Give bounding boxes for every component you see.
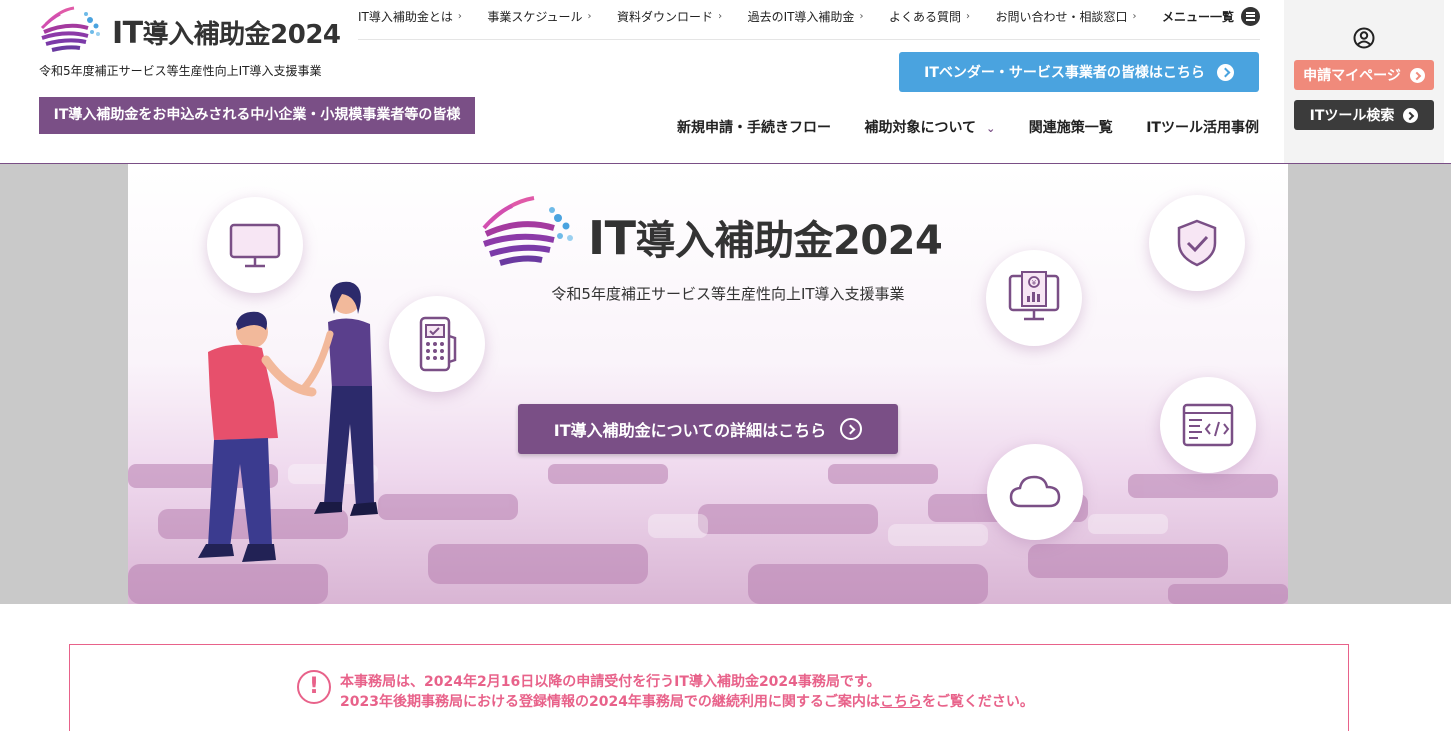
notice-link-here[interactable]: こちら	[880, 694, 922, 710]
nav-eligibility-dropdown[interactable]: 補助対象について ⌄	[864, 117, 995, 137]
chevron-right-icon: ›	[457, 10, 462, 22]
monitor-icon	[229, 223, 281, 268]
site-tagline: 令和5年度補正サービス等生産性向上IT導入支援事業	[39, 64, 322, 78]
logo-globe-icon	[40, 6, 100, 52]
nav-application-flow[interactable]: 新規申請・手続きフロー	[677, 117, 831, 137]
chevron-right-icon: ›	[859, 10, 864, 22]
top-link-downloads[interactable]: 資料ダウンロード ›	[617, 8, 722, 25]
nav-related-measures[interactable]: 関連施策一覧	[1029, 117, 1113, 137]
arrow-right-circle-icon	[840, 418, 863, 440]
top-link-contact[interactable]: お問い合わせ・相談窓口 ›	[995, 8, 1136, 25]
account-panel: 申請マイページ ITツール検索	[1284, 0, 1444, 163]
payment-terminal-icon-badge	[389, 296, 485, 392]
yen-report-icon: ¥	[1008, 271, 1060, 321]
menu-list-button[interactable]: メニュー一覧	[1162, 6, 1260, 26]
cloud-icon-badge	[987, 444, 1083, 540]
program-details-button[interactable]: IT導入補助金についての詳細はこちら	[518, 404, 898, 454]
hero-logo-wordmark: IT導入補助金2024	[588, 211, 943, 265]
it-tool-search-button[interactable]: ITツール検索	[1294, 100, 1434, 130]
chevron-down-icon: ⌄	[986, 122, 996, 135]
top-link-about[interactable]: IT導入補助金とは ›	[358, 8, 462, 25]
nav-case-studies[interactable]: ITツール活用事例	[1146, 117, 1259, 137]
user-account-icon[interactable]	[1353, 27, 1375, 49]
hamburger-menu-icon	[1240, 6, 1260, 26]
monitor-icon-badge	[207, 197, 303, 293]
chevron-right-icon: ›	[587, 10, 592, 22]
shield-check-icon-badge	[1149, 195, 1245, 291]
top-link-past-programs[interactable]: 過去のIT導入補助金 ›	[748, 8, 864, 25]
code-window-icon	[1182, 403, 1234, 447]
shield-check-icon	[1177, 219, 1217, 267]
chevron-right-icon: ›	[965, 10, 970, 22]
top-link-schedule[interactable]: 事業スケジュール ›	[487, 8, 591, 25]
site-logo[interactable]: IT導入補助金2024	[38, 2, 341, 56]
application-mypage-button[interactable]: 申請マイページ	[1294, 60, 1434, 90]
important-notice: ! 本事務局は、2024年2月16日以降の申請受付を行うIT導入補助金2024事…	[69, 644, 1349, 731]
top-link-faq[interactable]: よくある質問 ›	[889, 8, 970, 25]
payment-terminal-icon	[419, 316, 457, 372]
arrow-right-circle-icon	[1216, 63, 1234, 81]
code-window-icon-badge	[1160, 377, 1256, 473]
notice-line-2: 2023年後期事務局における登録情報の2024年事務局での継続利用に関するご案内…	[340, 694, 1034, 710]
notice-line-1: 本事務局は、2024年2月16日以降の申請受付を行うIT導入補助金2024事務局…	[340, 674, 881, 690]
vendor-info-button[interactable]: ITベンダー・サービス事業者の皆様はこちら	[899, 52, 1259, 92]
chevron-right-icon: ›	[718, 10, 723, 22]
utility-nav: IT導入補助金とは › 事業スケジュール › 資料ダウンロード › 過去のIT導入補助…	[358, 6, 1260, 26]
arrow-right-circle-icon	[1409, 67, 1425, 83]
yen-report-icon-badge: ¥	[986, 250, 1082, 346]
hero-subtitle: 令和5年度補正サービス等生産性向上IT導入支援事業	[551, 285, 905, 303]
site-header: IT導入補助金2024 令和5年度補正サービス等生産性向上IT導入支援事業 IT…	[0, 0, 1451, 164]
arrow-right-circle-icon	[1403, 107, 1419, 123]
svg-text:¥: ¥	[1032, 279, 1037, 287]
cloud-icon	[1009, 475, 1061, 508]
chevron-right-icon: ›	[1132, 10, 1137, 22]
exclamation-icon: !	[297, 670, 331, 704]
main-nav: 新規申請・手続きフロー 補助対象について ⌄ 関連施策一覧 ITツール活用事例	[677, 116, 1259, 138]
hero-logo-globe-icon	[482, 196, 573, 266]
hero-banner: IT導入補助金2024 令和5年度補正サービス等生産性向上IT導入支援事業 IT…	[128, 164, 1288, 604]
header-divider	[358, 39, 1260, 40]
sme-audience-banner[interactable]: IT導入補助金をお申込みされる中小企業・小規模事業者等の皆様	[39, 97, 475, 134]
logo-wordmark: IT導入補助金2024	[112, 16, 341, 51]
